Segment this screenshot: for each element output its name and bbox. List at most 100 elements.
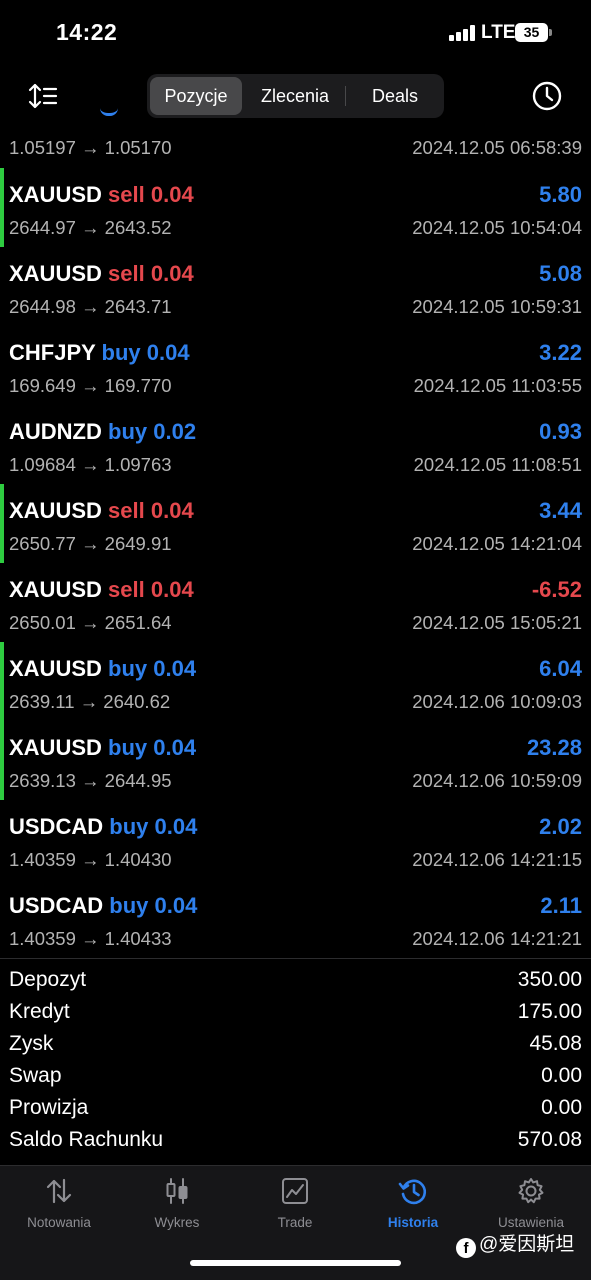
clipped-text-fragment	[100, 108, 118, 116]
deal-title: USDCAD buy 0.04	[9, 893, 197, 919]
deal-profit: 2.02	[539, 814, 582, 839]
summary-label: Saldo Rachunku	[9, 1128, 164, 1151]
summary-value: 45.08	[529, 1032, 582, 1055]
deal-title: AUDNZD buy 0.02	[9, 419, 196, 445]
deal-profit: 0.93	[539, 419, 582, 444]
deal-direction: buy	[101, 340, 141, 365]
deal-volume: 0.04	[150, 577, 194, 602]
tab-label: Notowania	[27, 1215, 91, 1230]
status-time: 14:22	[56, 19, 118, 45]
deal-volume: 0.02	[153, 419, 197, 444]
deal-symbol: AUDNZD	[9, 419, 102, 444]
divider	[0, 958, 591, 959]
deal-symbol: XAUUSD	[9, 656, 102, 681]
deal-volume: 0.04	[154, 893, 198, 918]
deal-symbol: XAUUSD	[9, 498, 102, 523]
trade-chart-icon	[282, 1178, 308, 1204]
gear-icon	[518, 1178, 544, 1204]
watermark: f @爱因斯坦	[456, 1229, 575, 1258]
deal-direction: sell	[108, 261, 145, 286]
list-item[interactable]: XAUUSD buy 0.04 23.28 2639.13 → 2644.95 202…	[0, 721, 591, 800]
deal-volume: 0.04	[153, 735, 197, 760]
deal-prices: 169.649 → 169.770	[9, 375, 172, 396]
deal-date: 2024.12.05 14:21:04	[412, 533, 582, 554]
summary-row-zysk: Zysk 45.08	[0, 1029, 591, 1061]
deal-symbol: XAUUSD	[9, 182, 102, 207]
new-deal-marker	[0, 642, 4, 721]
list-item[interactable]: AUDNZD buy 0.02 0.93 1.09684 → 1.09763 2024…	[0, 405, 591, 484]
deal-direction: buy	[108, 656, 148, 681]
deal-volume: 0.04	[153, 656, 197, 681]
deal-date: 2024.12.06 14:21:21	[412, 928, 582, 949]
summary-value: 570.08	[517, 1128, 582, 1151]
deal-date: 2024.12.05 06:58:39	[412, 137, 582, 158]
deal-profit: 2.11	[540, 893, 582, 918]
battery-tip	[549, 29, 552, 36]
deal-symbol: XAUUSD	[9, 261, 102, 286]
tab-label: Ustawienia	[497, 1215, 565, 1230]
deal-title: CHFJPY buy 0.04	[9, 340, 190, 366]
new-deal-marker	[0, 168, 4, 247]
deal-title: XAUUSD sell 0.04	[9, 261, 194, 287]
deal-symbol: USDCAD	[9, 893, 104, 918]
summary-label: Prowizja	[9, 1096, 89, 1119]
new-deal-marker	[0, 484, 4, 563]
list-item[interactable]: XAUUSD sell 0.04 5.08 2644.98 → 2643.71 202…	[0, 247, 591, 326]
deal-profit: -6.52	[531, 577, 582, 602]
tab-trade[interactable]: Trade	[236, 1166, 354, 1236]
list-item[interactable]: USDCAD buy 0.04 2.11 1.40359 → 1.40433 2024…	[0, 879, 591, 958]
deal-title: XAUUSD sell 0.04	[9, 182, 194, 208]
summary-value: 350.00	[517, 968, 582, 991]
deal-prices: 2644.98 → 2643.71	[9, 296, 172, 317]
deal-title: XAUUSD buy 0.04	[9, 735, 196, 761]
status-bar: 14:22 LTE 35	[0, 0, 591, 66]
deal-title: XAUUSD sell 0.04	[9, 577, 194, 603]
summary-row-swap: Swap 0.00	[0, 1061, 591, 1093]
list-item[interactable]: USDCAD buy 0.04 2.02 1.40359 → 1.40430 2024…	[0, 800, 591, 879]
deal-date: 2024.12.06 10:59:09	[412, 770, 582, 791]
list-item[interactable]: XAUUSD buy 0.04 6.04 2639.11 → 2640.62 2024…	[0, 642, 591, 721]
deal-direction: sell	[108, 498, 145, 523]
summary-row-depozyt: Depozyt 350.00	[0, 965, 591, 997]
deal-date: 2024.12.05 10:59:31	[412, 296, 582, 317]
summary-label: Zysk	[9, 1032, 54, 1055]
tab-notowania[interactable]: Notowania	[0, 1166, 118, 1236]
deal-profit: 5.08	[539, 261, 582, 286]
tab-label: Trade	[277, 1215, 313, 1230]
list-item[interactable]: XAUUSD sell 0.04 -6.52 2650.01 → 2651.64 20…	[0, 563, 591, 642]
summary-row-saldo: Saldo Rachunku 570.08	[0, 1125, 591, 1157]
deal-prices: 1.40359 → 1.40430	[9, 849, 172, 870]
signal-icon	[449, 25, 475, 41]
deal-date: 2024.12.05 15:05:21	[412, 612, 582, 633]
deals-list[interactable]: 1.05197 → 1.05170 2024.12.05 06:58:39 XA…	[0, 108, 591, 958]
watermark-text: @爱因斯坦	[479, 1234, 575, 1255]
list-item[interactable]: XAUUSD sell 0.04 5.80 2644.97 → 2643.52 202…	[0, 168, 591, 247]
tab-label: Historia	[387, 1215, 439, 1230]
deal-prices: 1.09684 → 1.09763	[9, 454, 172, 475]
deal-profit: 6.04	[539, 656, 582, 681]
list-item[interactable]: 1.05197 → 1.05170 2024.12.05 06:58:39	[0, 108, 591, 158]
deal-direction: sell	[108, 577, 145, 602]
home-indicator[interactable]	[190, 1260, 401, 1266]
summary-value: 0.00	[541, 1064, 582, 1087]
deal-prices: 2650.77 → 2649.91	[9, 533, 172, 554]
deal-direction: buy	[108, 735, 148, 760]
deal-volume: 0.04	[150, 261, 194, 286]
deal-symbol: CHFJPY	[9, 340, 96, 365]
network-type: LTE	[481, 22, 516, 43]
deal-date: 2024.12.06 14:21:15	[412, 849, 582, 870]
deal-direction: sell	[108, 182, 145, 207]
deal-prices: 2639.13 → 2644.95	[9, 770, 172, 791]
deal-direction: buy	[109, 814, 149, 839]
sort-icon[interactable]	[28, 82, 58, 110]
tab-ustawienia[interactable]: Ustawienia	[472, 1166, 590, 1236]
tab-historia[interactable]: Historia	[354, 1166, 472, 1236]
list-item[interactable]: CHFJPY buy 0.04 3.22 169.649 → 169.770 2024…	[0, 326, 591, 405]
summary-value: 175.00	[517, 1000, 582, 1023]
tab-label: Wykres	[154, 1215, 200, 1230]
tab-wykres[interactable]: Wykres	[118, 1166, 236, 1236]
deal-prices: 1.40359 → 1.40433	[9, 928, 172, 949]
deal-volume: 0.04	[154, 814, 198, 839]
list-item[interactable]: XAUUSD sell 0.04 3.44 2650.77 → 2649.91 202…	[0, 484, 591, 563]
deal-symbol: USDCAD	[9, 814, 104, 839]
